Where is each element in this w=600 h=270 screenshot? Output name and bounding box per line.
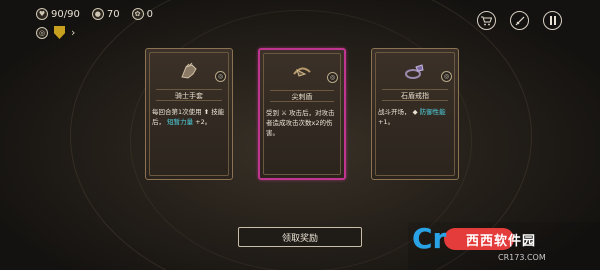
- card-description: 受到 ⚔ 攻击后，对攻击者造成攻击次数x2的伤害。: [266, 108, 339, 138]
- card-art: [268, 56, 336, 90]
- gauntlet-icon: [181, 62, 197, 79]
- card-description: 战斗开场， ◆ 防御性能 +1。: [378, 107, 453, 127]
- spiked-shield-icon: [293, 67, 311, 77]
- reward-card-knight-gloves[interactable]: ◎ 骑士手套 每回合第1次使用 ⬆ 技能后， 短暂力量 +2。: [145, 48, 233, 180]
- reward-card-stone-shield-ring[interactable]: ◎ 石盾戒指 战斗开场， ◆ 防御性能 +1。: [371, 48, 459, 180]
- card-title: 尖刺盾: [270, 90, 334, 102]
- pause-icon: [549, 16, 556, 25]
- site-watermark: Cr 西西软件园 CR173.COM: [408, 222, 600, 270]
- shield-small-icon: ◆: [412, 108, 418, 116]
- card-info-icon[interactable]: ◎: [215, 71, 226, 82]
- watermark-url: CR173.COM: [498, 253, 546, 262]
- card-desc-text: 每回合第1次使用: [152, 108, 202, 116]
- card-desc-text: 战斗开场，: [378, 108, 411, 116]
- relic-bar: ◎ ›: [36, 26, 75, 39]
- card-keyword: 防御性能: [419, 108, 446, 116]
- card-title: 骑士手套: [156, 89, 222, 101]
- reward-card-spiked-shield[interactable]: ◎ 尖刺盾 受到 ⚔ 攻击后，对攻击者造成攻击次数x2的伤害。: [258, 48, 346, 180]
- sword-icon: [515, 16, 524, 25]
- card-keyword: 短暂力量: [167, 118, 194, 126]
- top-right-controls: [477, 11, 562, 30]
- relic-slot-icon[interactable]: ◎: [36, 26, 48, 39]
- leaf-icon: ✿: [131, 8, 144, 20]
- watermark-brand: 西西软件园: [466, 234, 537, 249]
- pause-button[interactable]: [543, 11, 562, 30]
- resource-stat: ✿ 0: [131, 8, 153, 20]
- shop-button[interactable]: [477, 11, 496, 30]
- card-art: [154, 55, 224, 89]
- sword-icon: ⚔: [281, 109, 287, 117]
- resource-value: 0: [146, 8, 153, 20]
- health-value: 90/90: [51, 8, 80, 20]
- card-info-icon[interactable]: ◎: [441, 71, 452, 82]
- gold-stat: ● 70: [91, 8, 120, 20]
- coin-icon: ●: [91, 8, 104, 20]
- card-title: 石盾戒指: [382, 89, 448, 101]
- claim-reward-button[interactable]: 领取奖励: [238, 227, 362, 247]
- shield-icon[interactable]: [54, 26, 65, 39]
- heart-icon: ♥: [36, 8, 48, 20]
- chevron-right-icon[interactable]: ›: [71, 26, 75, 39]
- arrow-up-icon: ⬆: [203, 108, 210, 116]
- card-description: 每回合第1次使用 ⬆ 技能后， 短暂力量 +2。: [152, 107, 227, 127]
- watermark-logo: Cr: [412, 222, 447, 255]
- card-desc-end: +1。: [378, 118, 395, 126]
- hud-stats: ♥ 90/90 ● 70 ✿ 0: [36, 8, 153, 20]
- health-stat: ♥ 90/90: [36, 8, 80, 20]
- card-info-icon[interactable]: ◎: [327, 72, 338, 83]
- card-desc-text: 受到: [266, 109, 279, 117]
- deck-button[interactable]: [510, 11, 529, 30]
- card-art: [380, 55, 450, 89]
- gold-value: 70: [106, 8, 120, 20]
- ring-icon: [405, 64, 424, 79]
- cart-icon: [481, 16, 492, 25]
- card-desc-end: +2。: [195, 118, 212, 126]
